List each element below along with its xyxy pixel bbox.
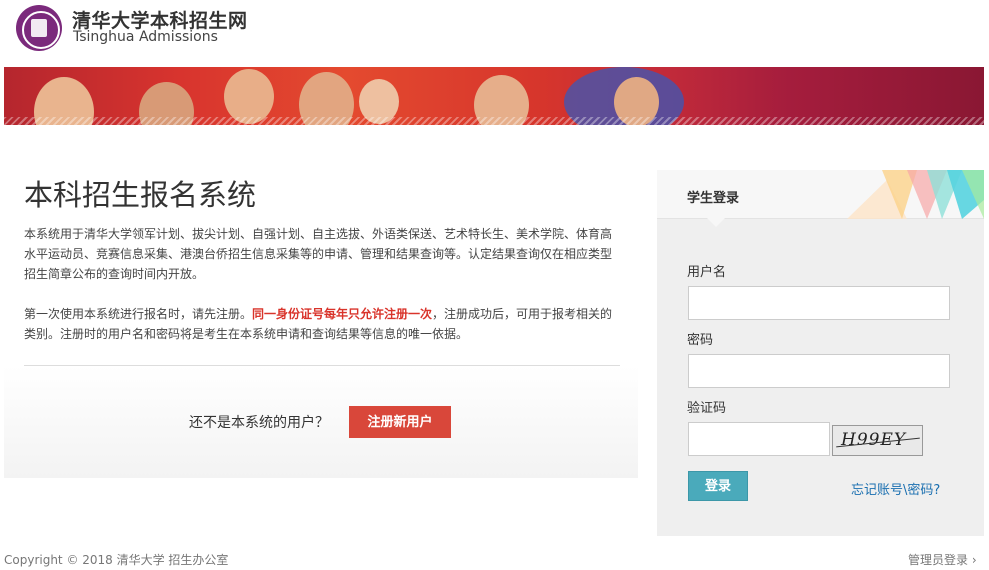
- register-section: 还不是本系统的用户？ 注册新用户: [4, 366, 638, 478]
- captcha-label: 验证码: [687, 401, 727, 416]
- login-title: 学生登录: [687, 191, 740, 206]
- forgot-password-link[interactable]: 忘记账号\密码?: [851, 479, 940, 498]
- username-input[interactable]: [688, 286, 950, 320]
- hero-banner-image: [4, 67, 984, 125]
- password-input[interactable]: [688, 354, 950, 388]
- student-login-panel: 学生登录 用户名 密码 验证码 H99EY 登录 忘记账号\密码?: [657, 170, 984, 536]
- username-label: 用户名: [687, 265, 727, 280]
- login-header-pointer: [707, 218, 725, 227]
- banner-stripe-pattern: [4, 117, 984, 125]
- site-header: 清华大学本科招生网 Tsinghua Admissions: [0, 0, 989, 66]
- register-prompt: 还不是本系统的用户？: [189, 415, 329, 431]
- copyright-text: Copyright © 2018 清华大学 招生办公室: [4, 553, 229, 567]
- password-label: 密码: [687, 333, 714, 348]
- geometric-decoration: [847, 170, 984, 219]
- tsinghua-seal-logo[interactable]: [16, 5, 62, 51]
- site-title-en: Tsinghua Admissions: [73, 29, 218, 45]
- login-button[interactable]: 登录: [688, 471, 748, 501]
- notice-highlight: 同一身份证号每年只允许注册一次: [252, 307, 433, 321]
- register-button[interactable]: 注册新用户: [349, 406, 451, 438]
- registration-notice: 第一次使用本系统进行报名时，请先注册。同一身份证号每年只允许注册一次，注册成功后…: [24, 304, 620, 344]
- admin-login-link[interactable]: 管理员登录 ›: [908, 551, 977, 568]
- login-header: 学生登录: [657, 170, 984, 219]
- captcha-image[interactable]: H99EY: [832, 425, 923, 456]
- captcha-input[interactable]: [688, 422, 830, 456]
- intro-description: 本系统用于清华大学领军计划、拔尖计划、自强计划、自主选拔、外语类保送、艺术特长生…: [24, 227, 613, 281]
- intro-panel: 本科招生报名系统 本系统用于清华大学领军计划、拔尖计划、自强计划、自主选拔、外语…: [4, 150, 638, 478]
- page-title: 本科招生报名系统: [24, 178, 257, 212]
- notice-text-a: 第一次使用本系统进行报名时，请先注册。: [24, 307, 253, 321]
